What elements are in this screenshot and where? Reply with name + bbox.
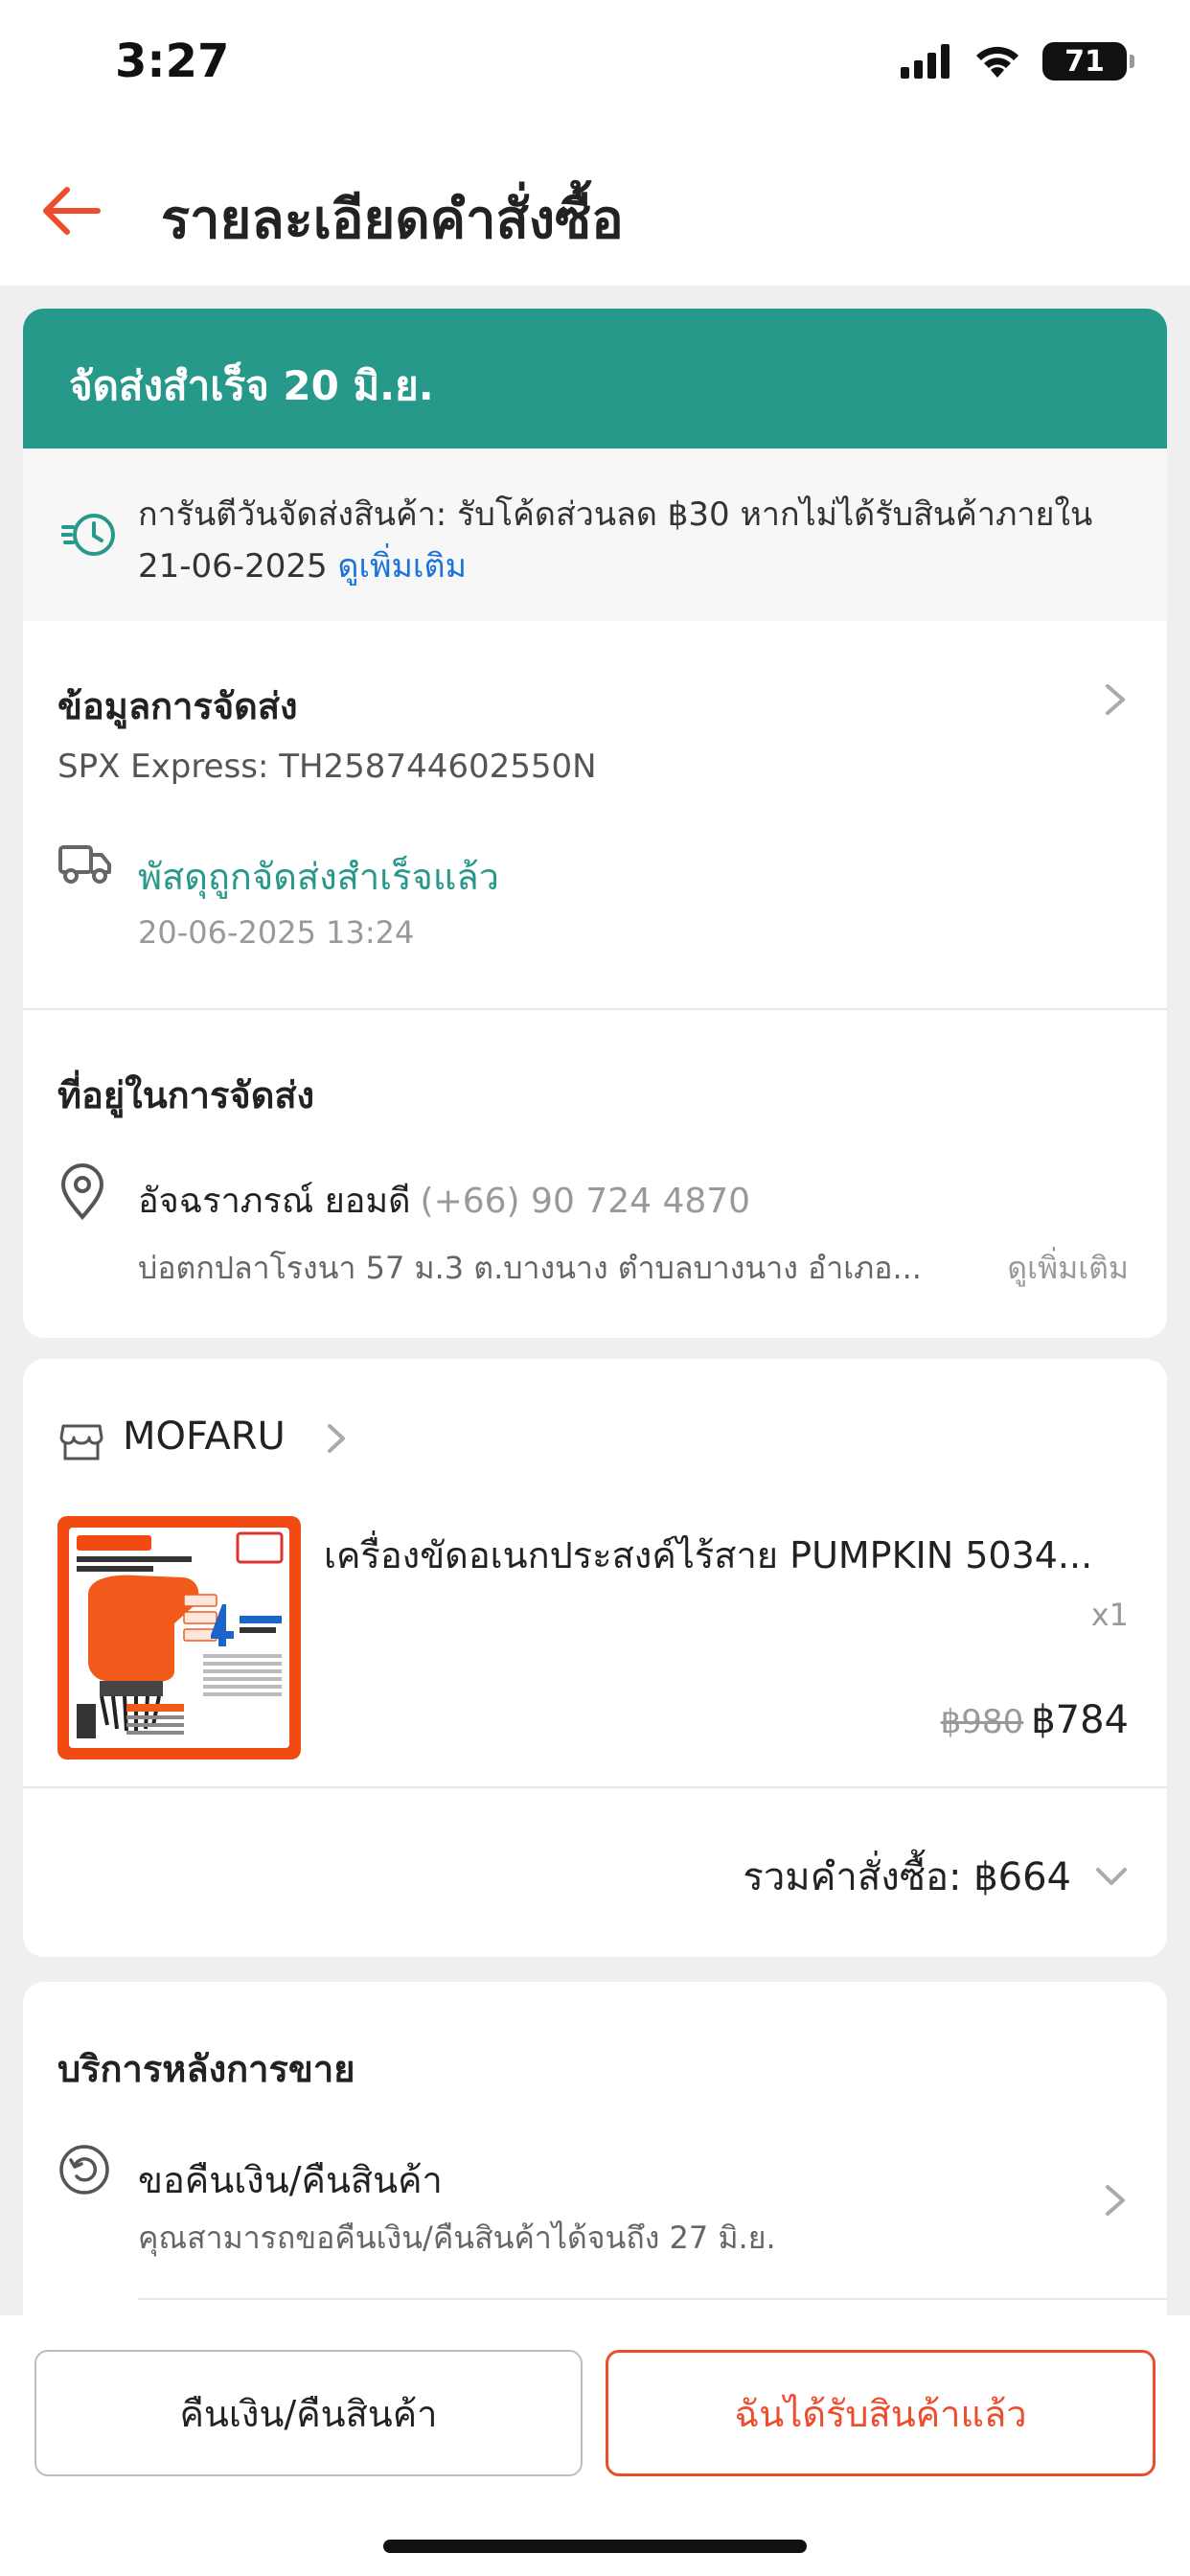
address-heading: ที่อยู่ในการจัดส่ง — [57, 1074, 315, 1116]
shop-icon — [59, 1424, 103, 1460]
guarantee-text: การันตีวันจัดส่งสินค้า: รับโค้ดส่วนลด ฿3… — [138, 489, 1134, 592]
address-more-link[interactable]: ดูเพิ่มเติม — [1007, 1244, 1129, 1293]
sale-price: ฿784 — [1031, 1698, 1129, 1742]
recipient: อัจฉราภรณ์ ยอมดี (+66) 90 724 4870 — [138, 1173, 750, 1228]
back-arrow-icon[interactable] — [36, 176, 105, 245]
status-bar: 3:27 71 — [0, 0, 1190, 134]
status-icons: 71 — [901, 42, 1134, 80]
shipping-info-heading: ข้อมูลการจัดส่ง — [57, 685, 298, 727]
recipient-name: อัจฉราภรณ์ ยอมดี — [138, 1182, 411, 1221]
wifi-icon — [976, 46, 1018, 78]
product-name[interactable]: เครื่องขัดอเนกประสงค์ไร้สาย PUMPKIN 5034… — [324, 1526, 1138, 1584]
original-price: ฿980 — [940, 1703, 1024, 1741]
guarantee-more-link[interactable]: ดูเพิ่มเติม — [337, 547, 467, 586]
home-indicator[interactable] — [383, 2540, 807, 2553]
divider — [138, 2298, 1167, 2300]
order-total[interactable]: รวมคำสั่งซื้อ: ฿664 — [743, 1846, 1129, 1907]
chevron-right-icon[interactable] — [1102, 2181, 1129, 2220]
battery-icon: 71 — [1042, 42, 1134, 80]
chevron-right-icon[interactable] — [324, 1420, 349, 1457]
tracking-number: SPX Express: TH258744602550N — [57, 748, 597, 786]
divider — [23, 1786, 1167, 1788]
location-pin-icon — [60, 1163, 104, 1221]
after-sales-heading: บริการหลังการขาย — [57, 2048, 355, 2090]
chevron-right-icon[interactable] — [1102, 680, 1129, 719]
bottom-action-bar: คืนเงิน/คืนสินค้า ฉันได้รับสินค้าแล้ว — [0, 2315, 1190, 2576]
signal-icon — [901, 44, 950, 79]
chevron-down-icon[interactable] — [1094, 1866, 1129, 1887]
divider — [23, 1008, 1167, 1010]
recipient-phone: (+66) 90 724 4870 — [420, 1182, 751, 1221]
shop-name[interactable]: MOFARU — [123, 1414, 286, 1459]
product-illustration — [77, 1531, 284, 1738]
delivery-guarantee: การันตีวันจัดส่งสินค้า: รับโค้ดส่วนลด ฿3… — [23, 448, 1167, 621]
return-request-title[interactable]: ขอคืนเงิน/คืนสินค้า — [138, 2150, 443, 2209]
product-image-panel — [69, 1528, 289, 1748]
status-time: 3:27 — [115, 34, 230, 88]
order-item-card: MOFARU เครื่องขัดอเนกประสงค์ไร้สาย PUMPK… — [23, 1359, 1167, 1957]
product-image[interactable] — [57, 1516, 301, 1760]
truck-icon — [58, 845, 111, 884]
price-row: ฿980 ฿784 — [941, 1698, 1129, 1742]
battery-level: 71 — [1064, 44, 1105, 79]
parcel-status: พัสดุถูกจัดส่งสำเร็จแล้ว — [138, 856, 499, 898]
delivery-status-banner: จัดส่งสำเร็จ 20 มิ.ย. — [23, 309, 1167, 448]
order-received-button[interactable]: ฉันได้รับสินค้าแล้ว — [606, 2350, 1156, 2476]
refund-button[interactable]: คืนเงิน/คืนสินค้า — [34, 2350, 583, 2476]
address-line: บ่อตกปลาโรงนา 57 ม.3 ต.บางนาง ตำบลบางนาง… — [138, 1250, 922, 1286]
product-quantity: x1 — [1090, 1597, 1129, 1633]
shipping-card: ข้อมูลการจัดส่ง SPX Express: TH258744602… — [23, 621, 1167, 1338]
return-request-deadline: คุณสามารถขอคืนเงิน/คืนสินค้าได้จนถึง 27 … — [138, 2220, 776, 2256]
return-icon — [59, 2145, 109, 2195]
order-total-label: รวมคำสั่งซื้อ: ฿664 — [743, 1855, 1071, 1899]
page-title: รายละเอียดคำสั่งซื้อ — [161, 189, 624, 251]
delivery-status-text: จัดส่งสำเร็จ 20 มิ.ย. — [69, 362, 434, 409]
header: รายละเอียดคำสั่งซื้อ — [0, 134, 1190, 286]
guarantee-message: การันตีวันจัดส่งสินค้า: รับโค้ดส่วนลด ฿3… — [138, 495, 1093, 586]
clock-icon — [61, 514, 115, 556]
parcel-status-time: 20-06-2025 13:24 — [138, 914, 415, 951]
